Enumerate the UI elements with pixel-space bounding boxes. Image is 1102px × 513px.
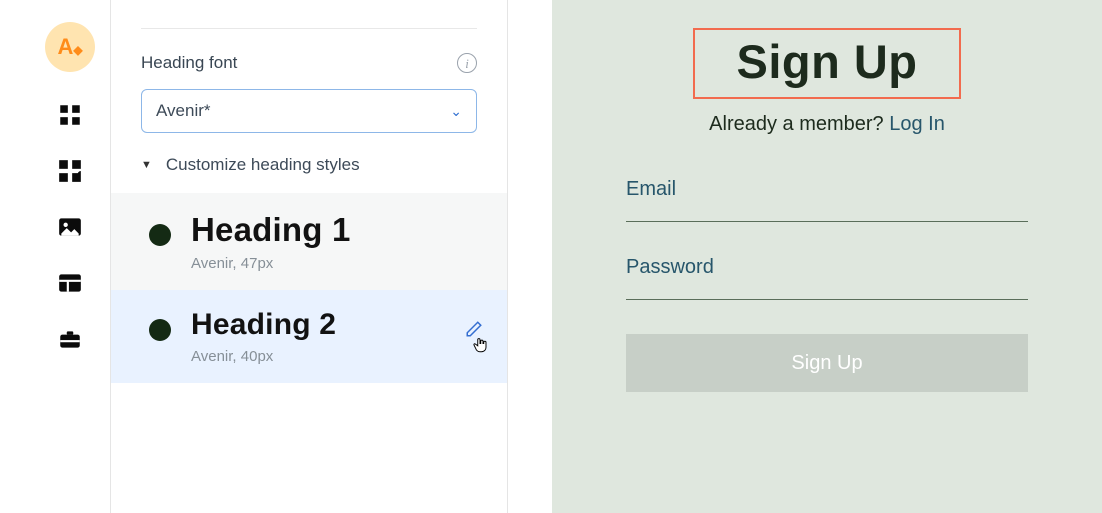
login-link[interactable]: Log In (889, 113, 945, 135)
email-group: Email (626, 178, 1028, 222)
password-group: Password (626, 256, 1028, 300)
heading-font-row: Heading font i (141, 53, 477, 73)
customize-label: Customize heading styles (166, 155, 360, 175)
email-label: Email (626, 178, 1028, 201)
info-icon[interactable]: i (457, 53, 477, 73)
email-input-line[interactable] (626, 221, 1028, 222)
apps-icon[interactable] (57, 102, 83, 128)
theme-logo-letter: A◆ (57, 34, 82, 60)
panel-divider (141, 28, 477, 29)
typography-panel: Heading font i Avenir* ⌄ ▼ Customize hea… (110, 0, 508, 513)
selected-heading-highlight[interactable]: Sign Up (693, 28, 961, 99)
briefcase-icon[interactable] (57, 326, 83, 352)
preview-pane: Sign Up Already a member? Log In Email P… (552, 0, 1102, 513)
chevron-down-icon: ⌄ (450, 103, 462, 120)
heading-text: Heading 2 Avenir, 40px (191, 308, 336, 365)
triangle-down-icon: ▼ (141, 159, 152, 171)
cursor-hand-icon (471, 336, 489, 354)
heading-title: Heading 1 (191, 211, 351, 249)
font-select[interactable]: Avenir* ⌄ (141, 89, 477, 133)
image-icon[interactable] (57, 214, 83, 240)
theme-logo[interactable]: A◆ (45, 22, 95, 72)
heading-style-h2[interactable]: Heading 2 Avenir, 40px (111, 290, 507, 383)
heading-meta: Avenir, 40px (191, 348, 336, 365)
heading-style-h1[interactable]: Heading 1 Avenir, 47px (111, 193, 507, 290)
color-dot (149, 319, 171, 341)
member-line: Already a member? Log In (586, 113, 1068, 136)
table-icon[interactable] (57, 270, 83, 296)
puzzle-icon[interactable] (57, 158, 83, 184)
password-input-line[interactable] (626, 299, 1028, 300)
heading-font-label: Heading font (141, 53, 237, 72)
customize-heading-styles-toggle[interactable]: ▼ Customize heading styles (141, 155, 477, 175)
left-icon-rail: A◆ (40, 22, 100, 352)
page-title: Sign Up (713, 34, 941, 89)
password-label: Password (626, 256, 1028, 279)
signup-button[interactable]: Sign Up (626, 334, 1028, 392)
heading-text: Heading 1 Avenir, 47px (191, 211, 351, 272)
heading-title: Heading 2 (191, 308, 336, 342)
member-text: Already a member? (709, 113, 889, 135)
heading-meta: Avenir, 47px (191, 255, 351, 272)
color-dot (149, 224, 171, 246)
font-select-value: Avenir* (156, 101, 211, 121)
edit-hover (465, 320, 483, 354)
